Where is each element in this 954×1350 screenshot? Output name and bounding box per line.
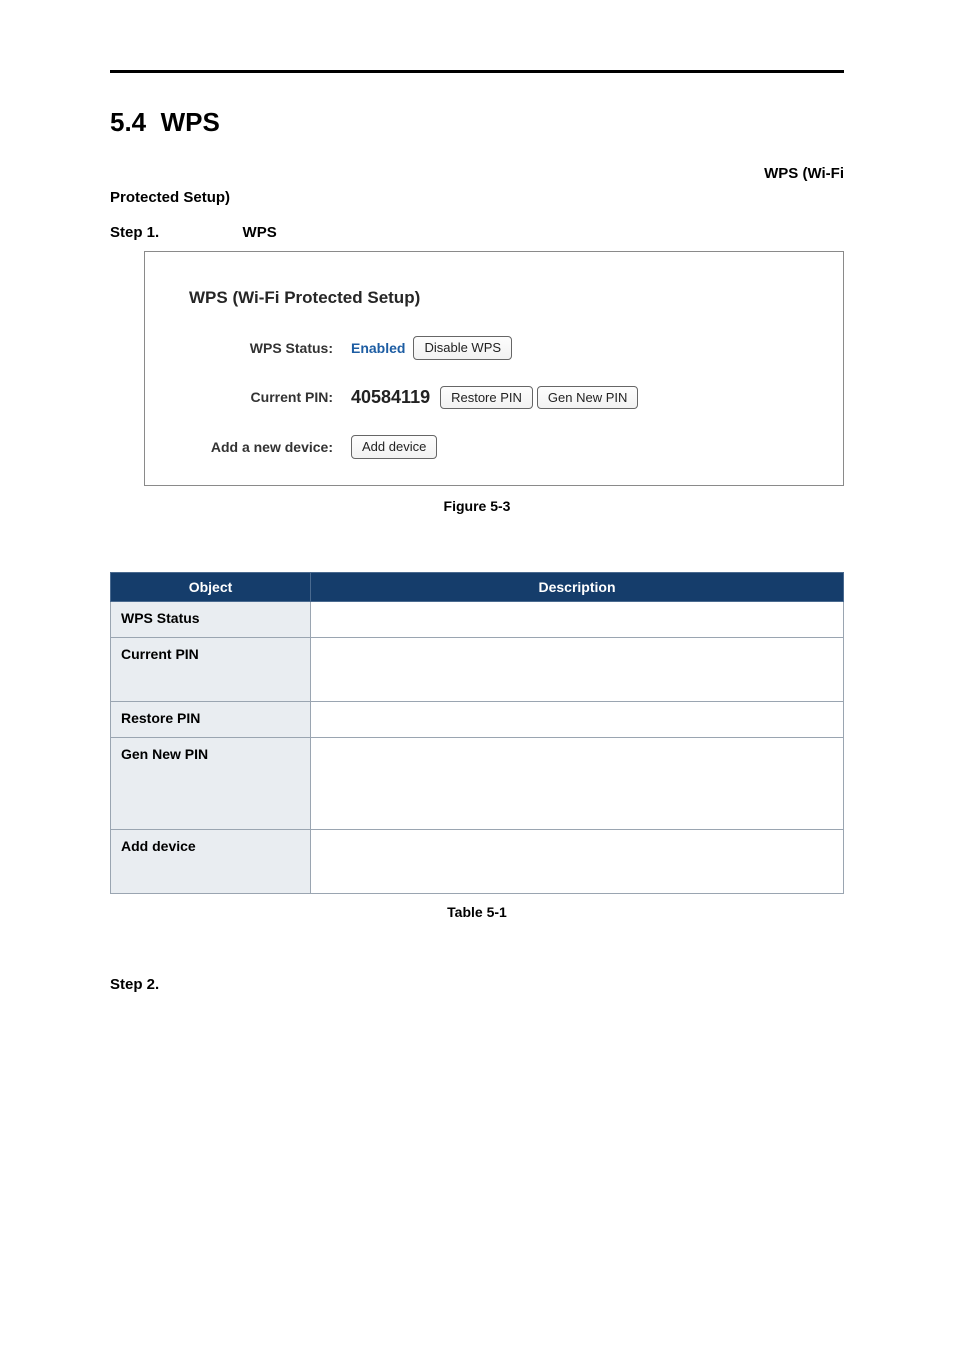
table-row: Restore PIN — [111, 701, 844, 737]
step-2-line: Step 2. — [110, 976, 844, 993]
table-cell-object: WPS Status — [111, 601, 311, 637]
table-cell-description — [311, 701, 844, 737]
table-cell-description — [311, 737, 844, 829]
add-device-button[interactable]: Add device — [351, 435, 437, 459]
add-device-label: Add a new device: — [189, 439, 351, 455]
disable-wps-button[interactable]: Disable WPS — [413, 336, 512, 360]
table-head-object: Object — [111, 572, 311, 601]
wps-status-row: WPS Status: Enabled Disable WPS — [189, 336, 813, 360]
section-number: 5.4 — [110, 107, 146, 137]
section-heading: 5.4 WPS — [110, 107, 844, 138]
wps-screenshot-panel: WPS (Wi-Fi Protected Setup) WPS Status: … — [144, 251, 844, 486]
step-1-line: Step 1. WPS — [110, 224, 844, 241]
wps-status-value: Enabled — [351, 340, 405, 356]
step-2-label: Step 2. — [110, 976, 159, 993]
table-cell-description — [311, 601, 844, 637]
step-1-keyword: WPS — [243, 224, 277, 241]
table-cell-description — [311, 637, 844, 701]
current-pin-label: Current PIN: — [189, 389, 351, 405]
table-row: Add device — [111, 829, 844, 893]
section-title-text: WPS — [161, 107, 220, 137]
table-row: Gen New PIN — [111, 737, 844, 829]
description-table-body: WPS StatusCurrent PINRestore PINGen New … — [111, 601, 844, 893]
table-cell-object: Current PIN — [111, 637, 311, 701]
table-cell-object: Restore PIN — [111, 701, 311, 737]
figure-caption: Figure 5-3 — [110, 498, 844, 514]
restore-pin-button[interactable]: Restore PIN — [440, 386, 533, 410]
step-1-label: Step 1. — [110, 224, 159, 241]
table-caption: Table 5-1 — [110, 904, 844, 920]
table-cell-description — [311, 829, 844, 893]
table-cell-object: Gen New PIN — [111, 737, 311, 829]
table-head-description: Description — [311, 572, 844, 601]
current-pin-value: 40584119 — [351, 387, 430, 408]
gen-new-pin-button[interactable]: Gen New PIN — [537, 386, 638, 410]
wps-frag-right: WPS (Wi-Fi — [764, 162, 844, 186]
table-row: WPS Status — [111, 601, 844, 637]
wps-status-label: WPS Status: — [189, 340, 351, 356]
table-row: Current PIN — [111, 637, 844, 701]
intro-line-2: Protected Setup) — [110, 186, 844, 210]
table-cell-object: Add device — [111, 829, 311, 893]
current-pin-row: Current PIN: 40584119 Restore PIN Gen Ne… — [189, 386, 813, 410]
add-device-row: Add a new device: Add device — [189, 435, 813, 459]
description-table: Object Description WPS StatusCurrent PIN… — [110, 572, 844, 894]
wps-panel-title: WPS (Wi-Fi Protected Setup) — [189, 288, 813, 308]
top-rule — [110, 70, 844, 73]
